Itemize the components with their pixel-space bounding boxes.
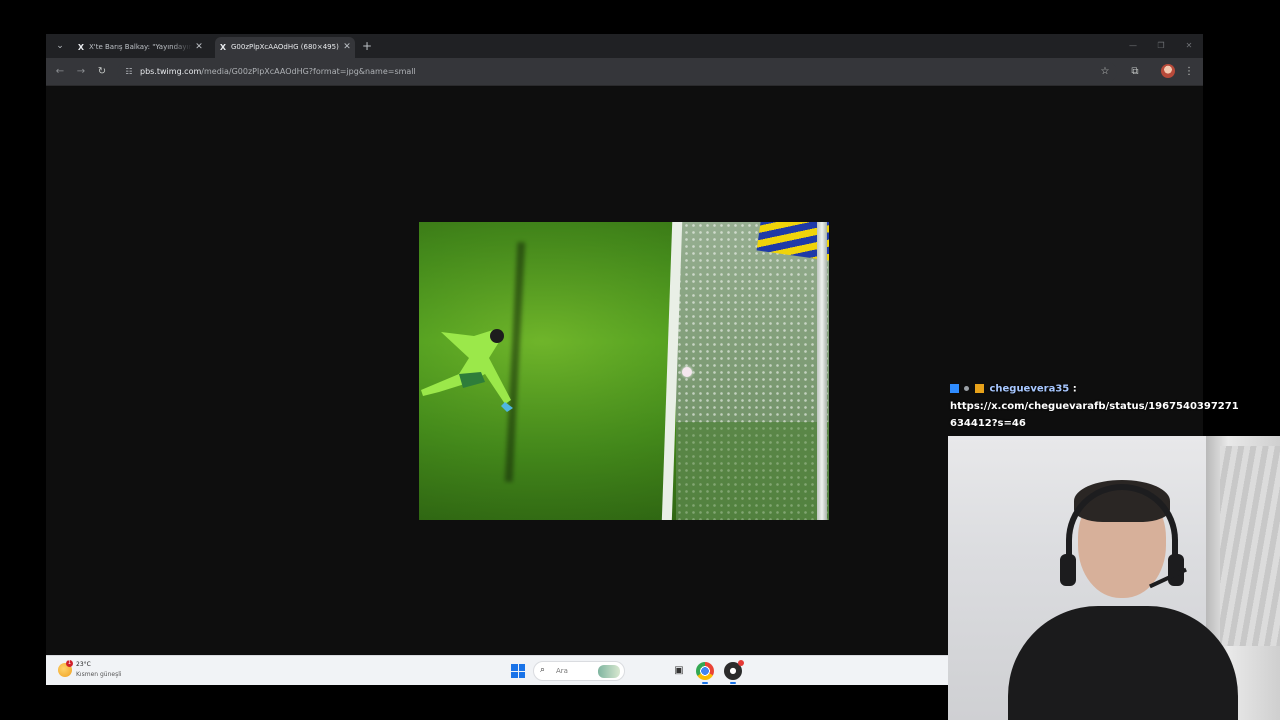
dot-badge-icon: [964, 385, 970, 391]
arrow-left-icon: ←: [55, 66, 65, 77]
stream-chat-message: cheguevera35 : https://x.com/cheguevaraf…: [950, 380, 1240, 432]
windows-logo-icon: [511, 664, 518, 671]
tab-search-button[interactable]: ⌄: [52, 38, 68, 54]
url-text[interactable]: pbs.twimg.com/media/G00zPlpXcAAOdHG?form…: [140, 62, 416, 82]
restore-icon: ❐: [1157, 41, 1165, 50]
reload-button[interactable]: ↻: [94, 64, 110, 80]
star-icon: ☆: [1100, 66, 1110, 77]
close-icon: ✕: [1185, 41, 1193, 50]
folder-icon: ▣: [674, 665, 684, 676]
football: [682, 367, 692, 377]
minimize-icon: —: [1129, 41, 1137, 50]
profile-avatar[interactable]: [1161, 64, 1175, 78]
x-logo-icon: X: [219, 43, 227, 52]
screen: ⌄ X X'te Barış Balkay: "Yayındayım. G ✕ …: [0, 0, 1280, 720]
windows-logo-pane: [518, 671, 525, 678]
streamer-body: [1008, 606, 1238, 720]
running-indicator: [702, 682, 708, 684]
extensions-button[interactable]: ⧉: [1127, 64, 1143, 80]
close-icon[interactable]: ✕: [193, 37, 205, 58]
chat-separator: :: [1069, 383, 1077, 395]
goal-post: [817, 222, 827, 520]
webcam-overlay: [948, 436, 1280, 720]
new-tab-button[interactable]: +: [359, 37, 375, 55]
menu-button[interactable]: ⋮: [1181, 64, 1197, 80]
recording-dot-icon: [738, 660, 744, 666]
reload-icon: ↻: [97, 66, 107, 77]
minimize-button[interactable]: —: [1126, 39, 1140, 53]
url-path: /media/G00zPlpXcAAOdHG?format=jpg&name=s…: [201, 67, 416, 76]
displayed-image[interactable]: [419, 222, 829, 520]
chat-message-text: https://x.com/cheguevarafb/status/196754…: [950, 400, 1239, 429]
plus-icon: +: [361, 39, 373, 53]
chevron-down-icon: ⌄: [56, 41, 64, 51]
prime-badge-icon: [950, 383, 959, 393]
taskbar-search[interactable]: ⌕ Ara: [533, 661, 625, 681]
search-placeholder: Ara: [556, 667, 568, 675]
back-button[interactable]: ←: [52, 64, 68, 80]
file-explorer-button[interactable]: ▣: [670, 662, 688, 680]
windows-logo-pane: [511, 671, 518, 678]
puzzle-icon: ⧉: [1131, 66, 1139, 77]
tune-icon[interactable]: ☷: [123, 66, 135, 78]
tab-title: G00zPlpXcAAOdHG (680×495): [231, 43, 339, 51]
headset-earcup-left: [1060, 554, 1076, 586]
running-indicator: [730, 682, 736, 684]
obs-icon: ●: [729, 666, 737, 675]
tab-image[interactable]: X G00zPlpXcAAOdHG (680×495) ✕: [215, 37, 355, 58]
maximize-button[interactable]: ❐: [1154, 39, 1168, 53]
curtain: [1220, 446, 1280, 646]
goalkeeper-figure: [421, 329, 513, 412]
weather-condition[interactable]: Kısmen güneşli: [76, 671, 122, 678]
obs-taskbar-button[interactable]: ●: [724, 660, 744, 680]
chrome-taskbar-button[interactable]: [696, 662, 714, 680]
forward-button[interactable]: →: [73, 64, 89, 80]
weather-temperature[interactable]: 23°C: [76, 661, 91, 668]
x-logo-icon: X: [77, 43, 85, 52]
search-icon: ⌕: [540, 665, 546, 675]
close-window-button[interactable]: ✕: [1182, 39, 1196, 53]
tab-strip: ⌄ X X'te Barış Balkay: "Yayındayım. G ✕ …: [46, 34, 1203, 58]
kebab-icon: ⋮: [1184, 66, 1194, 77]
bookmark-button[interactable]: ☆: [1097, 64, 1113, 80]
start-button[interactable]: [511, 664, 525, 678]
address-bar[interactable]: ☷ pbs.twimg.com/media/G00zPlpXcAAOdHG?fo…: [117, 62, 1117, 82]
tab-x-post[interactable]: X X'te Barış Balkay: "Yayındayım. G ✕: [73, 37, 207, 58]
search-highlight-image: [598, 665, 620, 678]
toolbar: ← → ↻ ☷ pbs.twimg.com/media/G00zPlpXcAAO…: [46, 58, 1203, 86]
arrow-right-icon: →: [76, 66, 86, 77]
weather-badge: 1: [66, 660, 73, 667]
close-icon[interactable]: ✕: [341, 37, 353, 58]
crown-badge-icon: [974, 383, 984, 393]
goal-net-floor: [676, 422, 829, 520]
taskbar: 1 23°C Kısmen güneşli ⌕ Ara ▣ ●: [46, 655, 948, 685]
windows-logo-pane: [518, 664, 525, 671]
chat-username: cheguevera35: [989, 383, 1070, 395]
chat-badges: [950, 380, 986, 397]
url-host: pbs.twimg.com: [140, 67, 202, 76]
tab-title: X'te Barış Balkay: "Yayındayım. G: [89, 43, 192, 51]
